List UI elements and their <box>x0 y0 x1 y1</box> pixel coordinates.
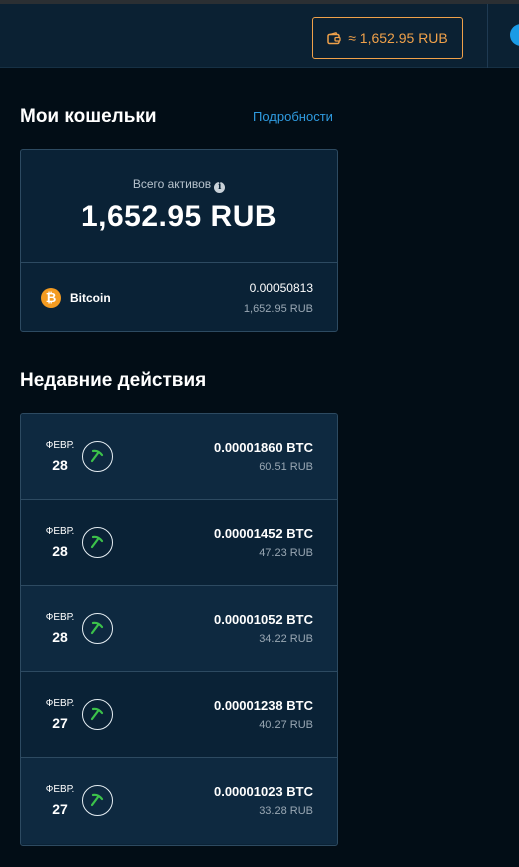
balance-button[interactable]: ≈ 1,652.95 RUB <box>312 17 463 59</box>
activity-month: ФЕВР. <box>45 526 75 537</box>
activity-day: 28 <box>52 629 68 645</box>
pickaxe-icon <box>82 699 113 730</box>
activity-amount: 0.00001238 BTC <box>213 698 313 713</box>
bitcoin-icon: ₿ <box>41 288 61 308</box>
activity-list: ФЕВР. 28 0.00001860 BTC 60.51 RUB ФЕВР. … <box>20 413 338 846</box>
activity-row[interactable]: ФЕВР. 28 0.00001052 BTC 34.22 RUB <box>21 586 337 672</box>
wallet-icon <box>327 31 341 45</box>
pickaxe-icon <box>82 785 113 816</box>
activity-row[interactable]: ФЕВР. 27 0.00001023 BTC 33.28 RUB <box>21 758 337 844</box>
details-link[interactable]: Подробности <box>253 109 333 124</box>
activity-day: 28 <box>52 543 68 559</box>
activity-amount: 0.00001052 BTC <box>213 612 313 627</box>
activity-day: 27 <box>52 715 68 731</box>
activity-month: ФЕВР. <box>45 784 75 795</box>
wallets-title: Мои кошельки <box>20 106 157 127</box>
avatar[interactable] <box>510 24 519 46</box>
activity-title: Недавние действия <box>20 370 207 391</box>
total-assets-value: 1,652.95 RUB <box>80 200 278 233</box>
coin-fiat-value: 1,652.95 RUB <box>243 303 313 315</box>
info-icon[interactable]: i <box>214 182 226 193</box>
activity-month: ФЕВР. <box>45 440 75 451</box>
pickaxe-icon <box>82 527 113 558</box>
activity-fiat: 34.22 RUB <box>259 633 313 645</box>
activity-row[interactable]: ФЕВР. 28 0.00001452 BTC 47.23 RUB <box>21 500 337 586</box>
activity-day: 28 <box>52 457 68 473</box>
top-bar: ≈ 1,652.95 RUB <box>0 0 519 68</box>
activity-amount: 0.00001452 BTC <box>213 526 313 541</box>
pickaxe-icon <box>82 441 113 472</box>
wallet-row-bitcoin[interactable]: ₿ Bitcoin 0.00050813 1,652.95 RUB <box>21 262 337 331</box>
activity-amount: 0.00001860 BTC <box>213 440 313 455</box>
balance-label: ≈ 1,652.95 RUB <box>348 30 448 46</box>
wallet-card: Всего активов i 1,652.95 RUB ₿ Bitcoin 0.… <box>20 149 338 332</box>
activity-amount: 0.00001023 BTC <box>213 784 313 799</box>
activity-fiat: 33.28 RUB <box>259 805 313 817</box>
pickaxe-icon <box>82 613 113 644</box>
activity-fiat: 60.51 RUB <box>259 461 313 473</box>
activity-month: ФЕВР. <box>45 612 75 623</box>
activity-row[interactable]: ФЕВР. 28 0.00001860 BTC 60.51 RUB <box>21 414 337 500</box>
topbar-divider <box>487 4 488 68</box>
activity-month: ФЕВР. <box>45 698 75 709</box>
activity-fiat: 47.23 RUB <box>259 547 313 559</box>
activity-fiat: 40.27 RUB <box>259 719 313 731</box>
activity-day: 27 <box>52 801 68 817</box>
total-assets-label: Всего активов i <box>21 177 337 193</box>
coin-name: Bitcoin <box>70 291 111 305</box>
coin-amount: 0.00050813 <box>249 281 313 295</box>
activity-row[interactable]: ФЕВР. 27 0.00001238 BTC 40.27 RUB <box>21 672 337 758</box>
total-assets-text: Всего активов <box>132 177 212 191</box>
